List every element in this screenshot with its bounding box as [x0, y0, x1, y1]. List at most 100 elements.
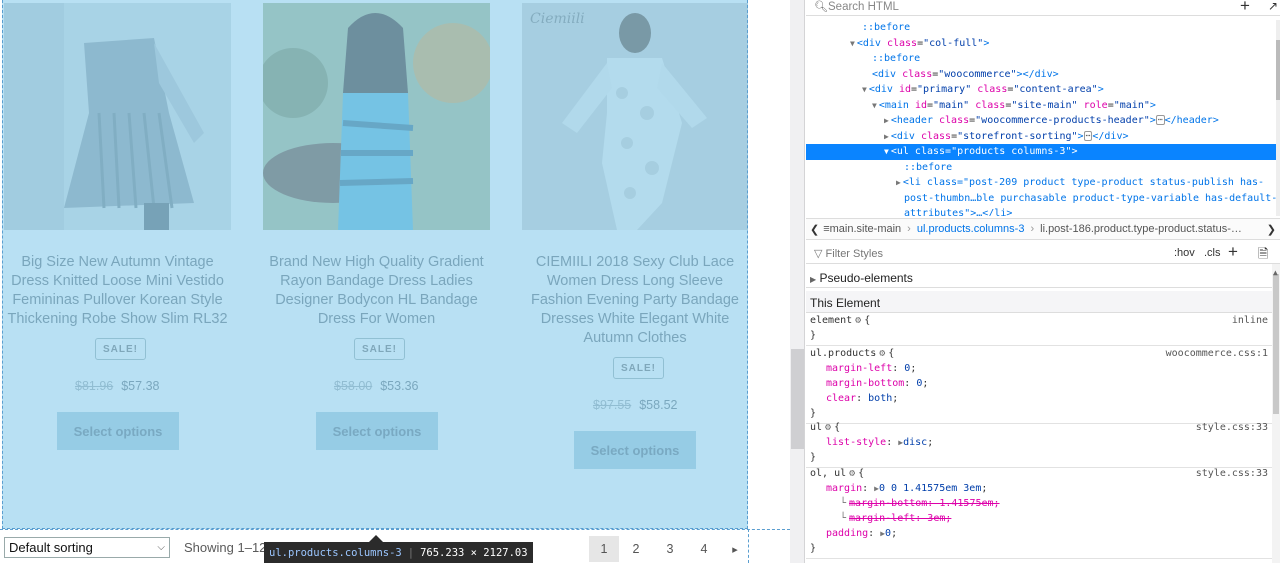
next-page-icon[interactable]: ▸ — [720, 536, 750, 562]
css-value[interactable]: disc — [903, 437, 927, 448]
scrollbar-thumb[interactable] — [1276, 40, 1280, 100]
scrollbar-thumb[interactable] — [1273, 274, 1279, 414]
scroll-up-icon[interactable]: ▲ — [1273, 268, 1278, 277]
page-number-current[interactable]: 1 — [589, 536, 619, 562]
breadcrumb-item[interactable]: ≡main.site-main — [823, 223, 901, 235]
select-options-button[interactable]: Select options — [57, 412, 179, 450]
filter-icon: ▽ — [814, 248, 823, 260]
rule-source-link[interactable]: style.css:33 — [1196, 420, 1268, 435]
rules-scrollbar[interactable] — [1272, 264, 1280, 563]
css-value[interactable]: both — [868, 393, 892, 404]
gear-icon[interactable]: ⚙ — [825, 422, 831, 433]
product-title[interactable]: CIEMIILI 2018 Sexy Club Lace Women Dress… — [520, 253, 750, 348]
expand-triangle-icon: ▶ — [810, 275, 817, 284]
tree-node[interactable]: <div class="woocommerce"></div> — [872, 67, 1059, 83]
old-price: $97.55 — [593, 398, 632, 412]
html-tree[interactable]: ::before ▼ <div class="col-full">::before <… — [806, 20, 1276, 216]
product-image[interactable] — [4, 3, 231, 230]
tree-node[interactable]: ▼ <main id="main" class="site-main" role=… — [872, 98, 1156, 114]
breadcrumb-item[interactable]: li.post-186.product.type-product.status-… — [1040, 223, 1242, 235]
css-declaration-overridden: └ margin-left: 3em; — [810, 511, 1268, 526]
gear-icon[interactable]: ⚙ — [849, 468, 855, 479]
tree-node[interactable]: post-thumbn…ble purchasable product-type… — [904, 191, 1276, 207]
sorting-select[interactable]: Default sorting ⌵ — [4, 537, 170, 558]
tree-node[interactable]: ▶ <li class="post-209 product type-produc… — [896, 175, 1264, 191]
tree-node[interactable]: attributes">…</li> — [904, 206, 1012, 216]
declaration-text[interactable]: margin-left: 3em; — [849, 513, 951, 524]
page-number[interactable]: 4 — [689, 536, 719, 562]
product-image[interactable]: Ciemiili — [522, 3, 748, 230]
css-property[interactable]: clear — [826, 393, 856, 404]
expand-triangle-icon[interactable]: ▶ — [884, 116, 889, 125]
pseudo-element: ::before — [872, 53, 921, 64]
pseudo-elements-toggle[interactable]: ▶ Pseudo-elements — [806, 266, 1272, 288]
css-value[interactable]: 0 — [916, 378, 922, 389]
attr-value: "main" — [1113, 99, 1150, 111]
tree-node[interactable]: ▼ <ul class="products columns-3"> — [806, 144, 1276, 160]
class-toggle[interactable]: .cls — [1204, 247, 1221, 259]
rule-selector[interactable]: ol, ul — [810, 468, 846, 479]
rule-selector[interactable]: ul.products — [810, 348, 876, 359]
collapse-triangle-icon[interactable]: ▼ — [850, 39, 855, 48]
css-value[interactable]: 0 — [904, 363, 910, 374]
tree-text: <li class="post-209 product type-product… — [902, 177, 1265, 188]
gear-icon[interactable]: ⚙ — [855, 315, 861, 326]
filter-styles-input[interactable]: ▽ Filter Styles — [814, 247, 883, 260]
breadcrumb-right-icon[interactable]: ❯ — [1262, 222, 1280, 236]
hover-state-toggle[interactable]: :hov — [1174, 247, 1195, 259]
filter-placeholder: Filter Styles — [825, 248, 883, 260]
tree-node[interactable]: ::before — [872, 51, 920, 67]
rule-source-link[interactable]: inline — [1232, 313, 1268, 328]
rule-source-link[interactable]: woocommerce.css:1 — [1166, 346, 1268, 361]
scrollbar-thumb[interactable] — [791, 349, 804, 449]
breadcrumb-left-icon[interactable]: ❮ — [806, 223, 823, 236]
rule-source-link[interactable]: style.css:33 — [1196, 466, 1268, 481]
gear-icon[interactable]: ⚙ — [879, 348, 885, 359]
tree-node[interactable]: ▼ <div id="primary" class="content-area"> — [862, 82, 1104, 98]
css-value[interactable]: 0 — [885, 528, 891, 539]
tree-node[interactable]: ::before — [904, 160, 952, 176]
page-number[interactable]: 3 — [655, 536, 685, 562]
tree-node[interactable]: ▶ <div class="storefront-sorting"> ⋯ </div> — [884, 129, 1129, 145]
breadcrumb-item-active[interactable]: ul.products.columns-3 — [917, 223, 1025, 235]
rule-selector[interactable]: ul — [810, 422, 822, 433]
select-options-button[interactable]: Select options — [574, 431, 696, 469]
eyedropper-icon[interactable]: ↗ — [1268, 0, 1278, 13]
product-image[interactable] — [263, 3, 490, 230]
print-media-icon[interactable]: 🗎︎ — [1258, 245, 1268, 267]
select-options-button[interactable]: Select options — [316, 412, 438, 450]
product-title[interactable]: Big Size New Autumn Vintage Dress Knitte… — [4, 253, 231, 329]
collapse-triangle-icon[interactable]: ▼ — [884, 147, 889, 156]
css-value[interactable]: 0 0 1.41575em 3em — [879, 483, 981, 494]
page-scrollbar[interactable] — [790, 0, 805, 563]
expand-triangle-icon[interactable]: ▶ — [884, 132, 889, 141]
product-price: $81.96 $57.38 — [75, 379, 159, 393]
declaration-text[interactable]: margin-bottom: 1.41575em; — [849, 498, 1000, 509]
add-node-icon[interactable]: + — [1240, 0, 1250, 16]
html-tree-scrollbar[interactable] — [1276, 20, 1280, 216]
css-property[interactable]: list-style — [826, 437, 886, 448]
attr-value: "storefront-sorting" — [957, 130, 1078, 142]
chevron-right-icon: › — [907, 223, 911, 235]
css-property[interactable]: margin-bottom — [826, 378, 904, 389]
tooltip-dimensions: 765.233 × 2127.03 — [420, 546, 528, 559]
css-rule: ol, ul ⚙{style.css:33 margin: ▶0 0 1.41575… — [806, 466, 1272, 559]
attr-name: class — [977, 84, 1008, 95]
tag-close: </div> — [1092, 130, 1129, 142]
ellipsis-badge[interactable]: ⋯ — [1155, 115, 1165, 125]
expand-triangle-icon[interactable]: ▶ — [896, 178, 901, 187]
add-rule-icon[interactable]: + — [1228, 242, 1238, 262]
tree-node[interactable]: ▶ <header class="woocommerce-products-hea… — [884, 113, 1219, 129]
css-property[interactable]: padding — [826, 528, 868, 539]
css-property[interactable]: margin — [826, 483, 862, 494]
collapse-triangle-icon[interactable]: ▼ — [872, 101, 877, 110]
search-html-input[interactable]: 🔍︎ Search HTML + ↗ — [806, 0, 1280, 16]
product-title[interactable]: Brand New High Quality Gradient Rayon Ba… — [263, 253, 490, 329]
page-number[interactable]: 2 — [621, 536, 651, 562]
tree-node[interactable]: ▼ <div class="col-full"> — [850, 36, 989, 52]
css-property[interactable]: margin-left — [826, 363, 892, 374]
inspector-tooltip: ul.products.columns-3 | 765.233 × 2127.03 — [264, 542, 533, 563]
rule-selector[interactable]: element — [810, 315, 852, 326]
collapse-triangle-icon[interactable]: ▼ — [862, 85, 867, 94]
tree-node[interactable]: ::before — [862, 20, 910, 36]
